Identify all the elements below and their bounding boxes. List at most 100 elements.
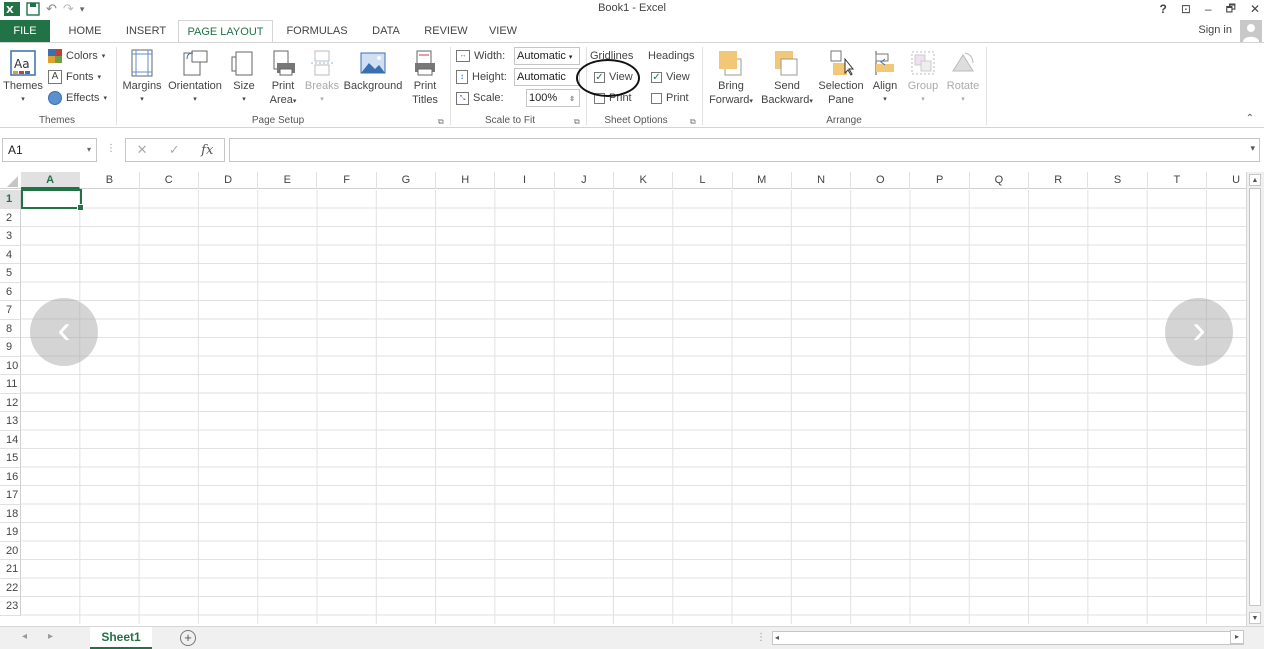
help-icon[interactable]: ? <box>1160 2 1167 16</box>
tab-page-layout[interactable]: PAGE LAYOUT <box>178 20 273 43</box>
enter-icon[interactable]: ✓ <box>169 142 180 158</box>
row-header-14[interactable]: 14 <box>0 430 21 449</box>
column-header-n[interactable]: N <box>792 172 852 189</box>
tab-review[interactable]: REVIEW <box>418 20 474 42</box>
previous-sheet-icon[interactable]: ◂ <box>22 631 27 642</box>
row-header-23[interactable]: 23 <box>0 597 21 616</box>
minimize-icon[interactable]: – <box>1205 2 1212 16</box>
column-header-s[interactable]: S <box>1088 172 1148 189</box>
formula-bar-resize-icon[interactable]: ⋮ <box>106 143 116 154</box>
column-header-t[interactable]: T <box>1148 172 1207 189</box>
group-button[interactable]: Group ▾ <box>904 49 942 107</box>
align-button[interactable]: Align ▾ <box>868 49 902 107</box>
tab-data[interactable]: DATA <box>362 20 410 42</box>
column-header-k[interactable]: K <box>614 172 674 189</box>
selection-pane-button[interactable]: Selection Pane <box>816 49 866 107</box>
width-dropdown[interactable]: Automatic ▾ <box>514 47 580 65</box>
margins-button[interactable]: Margins ▾ <box>120 49 164 107</box>
orientation-button[interactable]: Orientation ▾ <box>166 49 224 107</box>
breaks-button[interactable]: Breaks ▾ <box>304 49 340 107</box>
column-header-a[interactable]: A <box>21 172 81 189</box>
row-header-1[interactable]: 1 <box>0 190 21 209</box>
collapse-ribbon-icon[interactable]: ⌃ <box>1246 113 1254 124</box>
height-dropdown[interactable]: Automatic <box>514 68 580 86</box>
previous-arrow-button[interactable]: ‹ <box>30 298 98 366</box>
sheet-tab-sheet1[interactable]: Sheet1 <box>90 627 152 649</box>
row-header-18[interactable]: 18 <box>0 504 21 523</box>
column-header-d[interactable]: D <box>199 172 259 189</box>
row-header-3[interactable]: 3 <box>0 227 21 246</box>
sign-in-link[interactable]: Sign in <box>1198 24 1232 36</box>
column-header-q[interactable]: Q <box>970 172 1030 189</box>
avatar[interactable] <box>1240 20 1262 42</box>
row-header-8[interactable]: 8 <box>0 319 21 338</box>
row-header-6[interactable]: 6 <box>0 282 21 301</box>
row-header-21[interactable]: 21 <box>0 560 21 579</box>
background-button[interactable]: Background <box>342 49 404 93</box>
fonts-button[interactable]: A Fonts ▾ <box>48 68 101 86</box>
restore-icon[interactable]: 🗗 <box>1226 0 1236 19</box>
tab-formulas[interactable]: FORMULAS <box>280 20 354 42</box>
scroll-up-icon[interactable]: ▲ <box>1249 174 1261 186</box>
scroll-right-icon[interactable]: ▸ <box>1230 630 1244 644</box>
page-setup-launcher-icon[interactable]: ⧉ <box>438 117 444 127</box>
column-header-e[interactable]: E <box>258 172 318 189</box>
themes-button[interactable]: Aa Themes ▾ <box>2 49 44 107</box>
row-header-2[interactable]: 2 <box>0 208 21 227</box>
insert-function-icon[interactable]: fx <box>201 143 213 158</box>
rotate-button[interactable]: Rotate ▾ <box>944 49 982 107</box>
bring-forward-button[interactable]: Bring Forward▾ <box>706 49 756 109</box>
tab-file[interactable]: FILE <box>0 20 50 42</box>
column-header-p[interactable]: P <box>911 172 970 189</box>
row-header-10[interactable]: 10 <box>0 356 21 375</box>
column-header-f[interactable]: F <box>318 172 377 189</box>
row-header-12[interactable]: 12 <box>0 393 21 412</box>
row-header-17[interactable]: 17 <box>0 486 21 505</box>
cell-area[interactable] <box>21 190 1246 624</box>
effects-button[interactable]: Effects ▾ <box>48 89 107 107</box>
tab-home[interactable]: HOME <box>58 20 112 42</box>
row-header-7[interactable]: 7 <box>0 301 21 320</box>
headings-view-checkbox[interactable]: ✓ View <box>651 68 690 86</box>
row-header-4[interactable]: 4 <box>0 245 21 264</box>
horizontal-scrollbar[interactable]: ◂ <box>772 631 1244 645</box>
print-titles-button[interactable]: Print Titles <box>406 49 444 107</box>
row-header-5[interactable]: 5 <box>0 264 21 283</box>
ribbon-display-options-icon[interactable]: ⊡ <box>1181 2 1191 16</box>
row-header-9[interactable]: 9 <box>0 338 21 357</box>
sheet-options-launcher-icon[interactable]: ⧉ <box>690 117 696 127</box>
vertical-scrollbar[interactable]: ▲ ▼ <box>1246 172 1264 626</box>
row-header-20[interactable]: 20 <box>0 541 21 560</box>
headings-print-checkbox[interactable]: Print <box>651 89 689 107</box>
colors-button[interactable]: Colors ▾ <box>48 47 105 65</box>
column-header-b[interactable]: B <box>80 172 140 189</box>
column-header-r[interactable]: R <box>1029 172 1089 189</box>
size-button[interactable]: Size ▾ <box>228 49 260 107</box>
row-header-19[interactable]: 19 <box>0 523 21 542</box>
column-header-o[interactable]: O <box>851 172 911 189</box>
name-box[interactable]: A1 ▾ <box>2 138 97 162</box>
scroll-left-icon[interactable]: ◂ <box>775 633 779 642</box>
column-header-j[interactable]: J <box>555 172 614 189</box>
tab-insert[interactable]: INSERT <box>120 20 172 42</box>
row-header-11[interactable]: 11 <box>0 375 21 394</box>
column-header-g[interactable]: G <box>377 172 437 189</box>
row-header-13[interactable]: 13 <box>0 412 21 431</box>
scale-to-fit-launcher-icon[interactable]: ⧉ <box>574 117 580 127</box>
row-header-15[interactable]: 15 <box>0 449 21 468</box>
next-arrow-button[interactable]: › <box>1165 298 1233 366</box>
vertical-scroll-thumb[interactable] <box>1249 188 1261 606</box>
row-header-16[interactable]: 16 <box>0 467 21 486</box>
scale-spinner[interactable]: 100% ⇳ <box>526 89 580 107</box>
print-area-button[interactable]: Print Area▾ <box>264 49 302 109</box>
expand-formula-bar-icon[interactable]: ▾ <box>1250 143 1255 154</box>
column-header-m[interactable]: M <box>733 172 792 189</box>
column-header-h[interactable]: H <box>436 172 496 189</box>
add-sheet-icon[interactable]: + <box>180 630 196 646</box>
tab-split-icon[interactable]: ⋮ <box>756 632 766 643</box>
column-header-u[interactable]: U <box>1207 172 1246 189</box>
next-sheet-icon[interactable]: ▸ <box>48 631 53 642</box>
column-header-i[interactable]: I <box>495 172 555 189</box>
send-backward-button[interactable]: Send Backward▾ <box>758 49 816 109</box>
select-all-icon[interactable] <box>0 172 21 189</box>
